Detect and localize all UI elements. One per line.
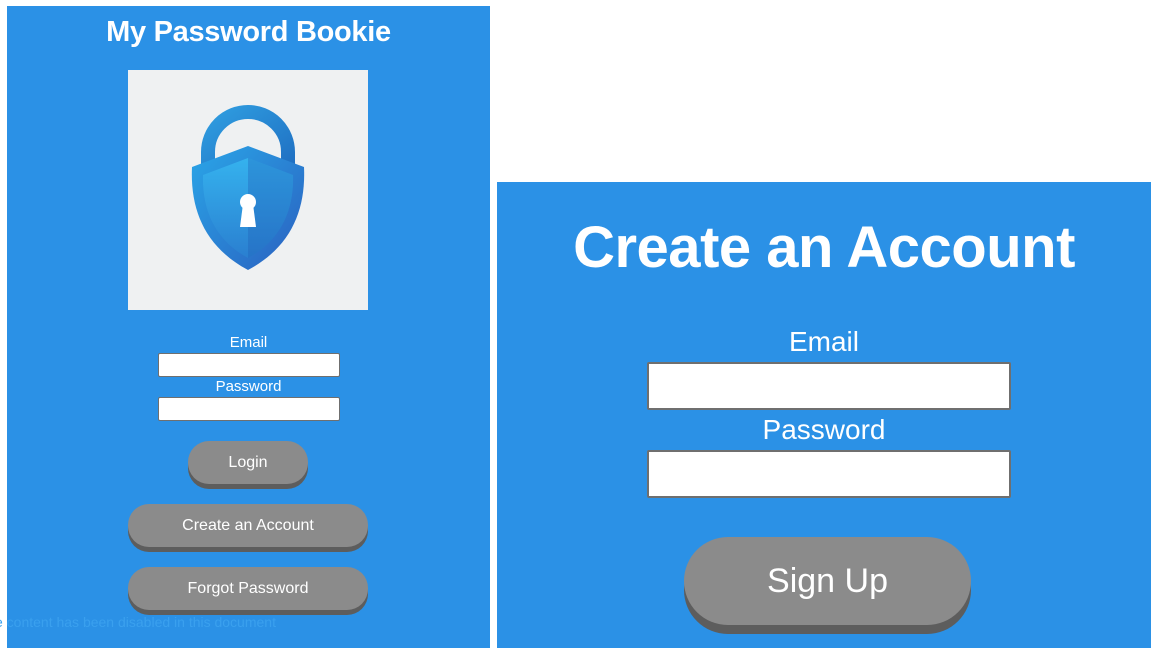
signup-email-input[interactable] [647, 362, 1011, 410]
create-account-button[interactable]: Create an Account [128, 504, 368, 547]
signup-title: Create an Account [573, 215, 1075, 280]
signup-password-label: Password [762, 414, 886, 445]
forgot-password-button[interactable]: Forgot Password [128, 567, 368, 610]
padlock-shield-icon [191, 105, 305, 270]
email-input[interactable] [158, 353, 340, 377]
sign-up-button[interactable]: Sign Up [684, 537, 971, 625]
signup-email-label: Email [788, 326, 859, 357]
signup-password-input[interactable] [647, 450, 1011, 498]
password-input[interactable] [158, 397, 340, 421]
disabled-content-notice: e content has been disabled in this docu… [0, 614, 276, 630]
login-screen: My Password Bookie Email Password Login … [0, 6, 490, 648]
app-logo [128, 70, 368, 310]
app-title: My Password Bookie [106, 16, 391, 48]
password-label: Password [215, 378, 282, 395]
signup-screen: Create an Account Email Password Sign Up [497, 182, 1151, 648]
email-label: Email [229, 334, 268, 351]
login-button[interactable]: Login [188, 441, 308, 484]
